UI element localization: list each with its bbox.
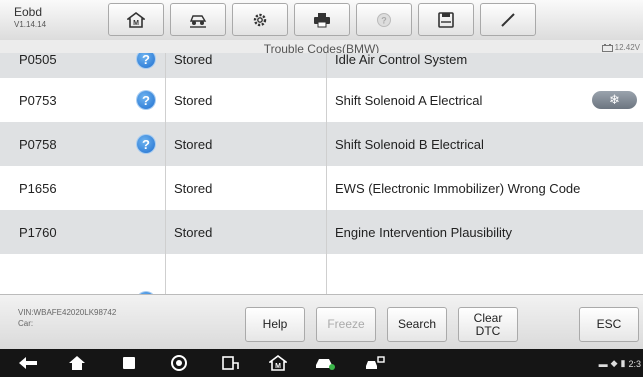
snowflake-icon: ❄ (609, 92, 620, 107)
help-button[interactable]: Help (245, 307, 305, 342)
table-row[interactable]: P0505 ? Stored Idle Air Control System (0, 53, 643, 78)
esc-button[interactable]: ESC (579, 307, 639, 342)
question-help-icon[interactable]: ? (137, 91, 155, 109)
battery-status-icon: ▮ (620, 358, 626, 368)
home-icon (69, 356, 85, 370)
toolbar-pen-button[interactable] (480, 3, 536, 36)
toolbar-save-button[interactable] (418, 3, 474, 36)
table-row[interactable] (0, 254, 643, 294)
dtc-status: Stored (165, 78, 325, 122)
dtc-status: Stored (165, 122, 325, 166)
toolbar-vehicle-button[interactable] (170, 3, 226, 36)
vehicle-tools-shortcut[interactable] (364, 353, 386, 373)
vehicle-tools-icon (366, 356, 385, 369)
settings-gear-icon (253, 13, 267, 26)
chrome-shortcut[interactable] (168, 353, 190, 373)
app-name: Eobd (14, 5, 43, 19)
table-row[interactable]: P1760 Stored Engine Intervention Plausib… (0, 210, 643, 254)
dtc-description: Engine Intervention Plausibility (326, 210, 643, 254)
question-help-icon[interactable]: ? (137, 135, 155, 153)
connect-shortcut[interactable] (219, 353, 241, 373)
toolbar-settings-button[interactable] (232, 3, 288, 36)
trouble-codes-table: P0505 ? Stored Idle Air Control System P… (0, 53, 643, 294)
voltage-value: 12.42V (614, 43, 640, 52)
save-icon (438, 11, 454, 28)
toolbar-home-button[interactable]: M (108, 3, 164, 36)
vehicle-lift-icon (189, 14, 207, 28)
print-icon (314, 12, 330, 27)
question-help-icon[interactable]: ? (137, 53, 155, 68)
wifi-icon: ◆ (610, 358, 618, 368)
app-title: Eobd V1.14.14 (14, 6, 46, 29)
dtc-description: Shift Solenoid B Electrical (326, 122, 643, 166)
home-icon: M (127, 11, 145, 28)
pen-icon (501, 12, 515, 27)
freeze-button[interactable]: Freeze (316, 307, 376, 342)
message-icon: ▬ (598, 358, 608, 369)
battery-icon (601, 43, 613, 52)
status-icons: ▬ ◆ ▮ 2:3 (599, 358, 641, 369)
system-navigation-bar: M ▬ ◆ ▮ 2:3 (0, 349, 643, 377)
dtc-code: P1656 (19, 180, 57, 196)
help-disabled-icon: ? (377, 12, 391, 27)
toolbar-print-button[interactable] (294, 3, 350, 36)
top-toolbar: Eobd V1.14.14 M ? (0, 0, 643, 41)
vehicle-info: VIN:WBAFE42020LK98742 Car: (18, 307, 116, 329)
table-row[interactable]: P1656 Stored EWS (Electronic Immobilizer… (0, 166, 643, 210)
maxisys-home-shortcut[interactable]: M (267, 353, 289, 373)
home-nav-button[interactable] (66, 353, 88, 373)
recent-apps-icon (123, 357, 135, 369)
dtc-code: P1760 (19, 224, 57, 240)
back-button[interactable] (17, 353, 39, 373)
dtc-description: Idle Air Control System (326, 53, 643, 78)
table-row[interactable]: P0753 ? Stored Shift Solenoid A Electric… (0, 78, 643, 122)
search-button[interactable]: Search (387, 307, 447, 342)
battery-voltage: 12.42V (601, 43, 640, 52)
back-icon (19, 357, 37, 369)
car-shortcut[interactable] (314, 353, 336, 373)
car-icon (316, 359, 335, 370)
freeze-frame-button[interactable]: ❄ (592, 91, 637, 109)
svg-text:?: ? (381, 15, 387, 25)
dtc-status: Stored (165, 166, 325, 210)
car-text: Car: (18, 319, 34, 328)
clear-dtc-button[interactable]: Clear DTC (458, 307, 518, 342)
app-version: V1.14.14 (14, 20, 47, 29)
dtc-status: Stored (165, 53, 325, 78)
table-row[interactable]: P0758 ? Stored Shift Solenoid B Electric… (0, 122, 643, 166)
function-bar: VIN:WBAFE42020LK98742 Car: Help Freeze S… (0, 294, 643, 350)
svg-text:M: M (133, 20, 139, 27)
svg-text:M: M (275, 363, 281, 370)
connect-icon (222, 356, 239, 370)
dtc-status: Stored (165, 210, 325, 254)
dtc-description: EWS (Electronic Immobilizer) Wrong Code (326, 166, 643, 210)
maxisys-home-icon: M (269, 355, 287, 371)
toolbar-help-button[interactable]: ? (356, 3, 412, 36)
clock-time: 2:3 (628, 358, 641, 369)
vin-text: VIN:WBAFE42020LK98742 (18, 308, 117, 317)
recent-apps-button[interactable] (118, 353, 140, 373)
chrome-icon (171, 355, 187, 371)
